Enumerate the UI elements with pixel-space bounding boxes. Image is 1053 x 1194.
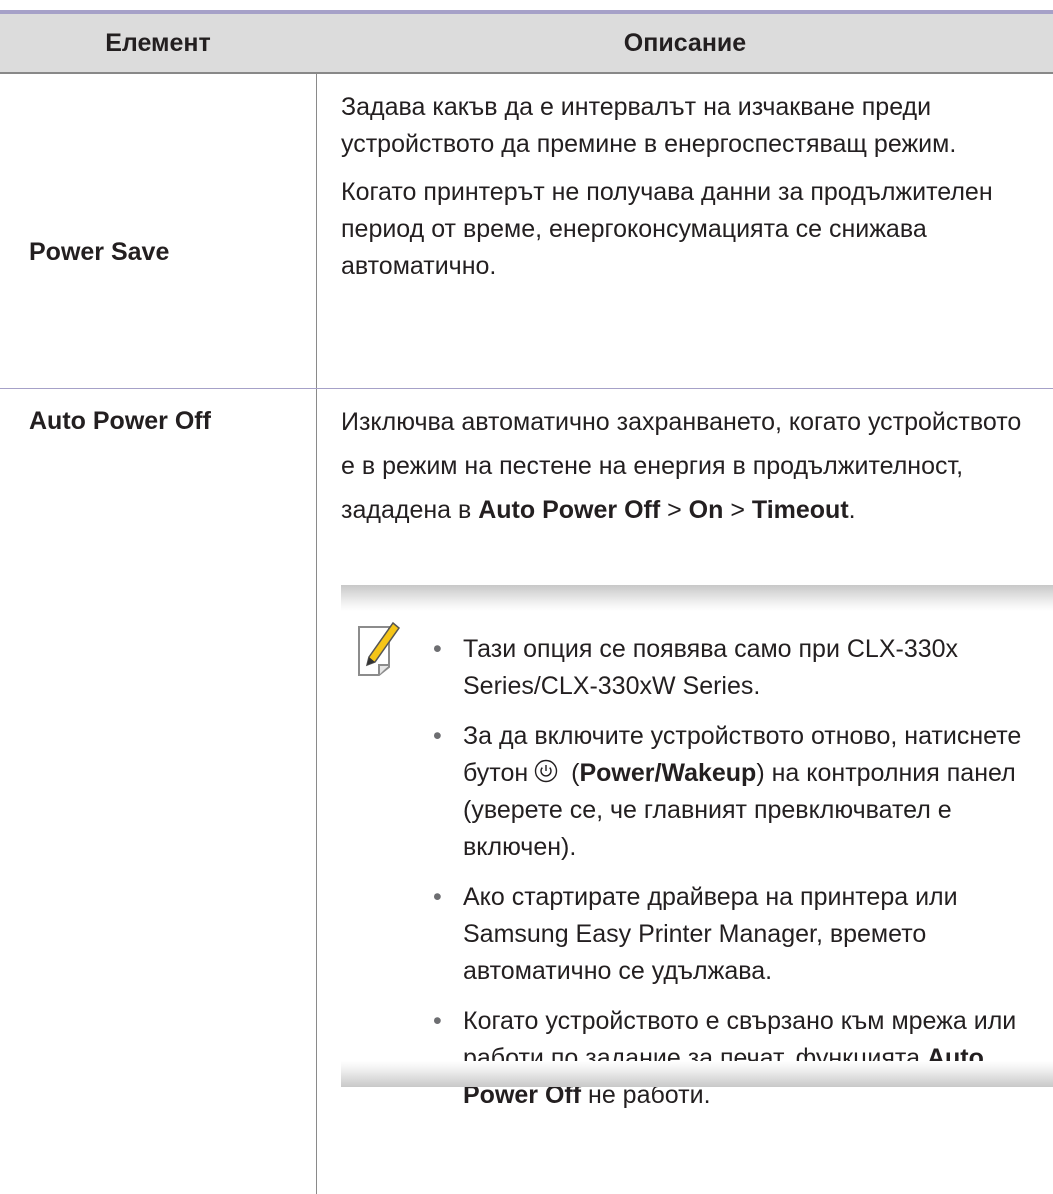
list-item: Когато устройството е свързано към мрежа… (433, 1003, 1043, 1114)
list-item: За да включите устройството отново, нати… (433, 718, 1043, 866)
header-description: Описание (623, 29, 747, 57)
header-divider (0, 72, 1053, 74)
list-item: Ако стартирате драйвера на принтера или … (433, 879, 1043, 990)
header-element: Елемент (105, 29, 211, 57)
menu-path-on: On (688, 496, 724, 524)
menu-path-timeout: Timeout (751, 496, 849, 524)
table-header: Елемент Описание (0, 14, 1053, 72)
description-paragraph: Когато принтерът не получава данни за пр… (341, 178, 993, 280)
column-divider (316, 74, 317, 1194)
power-wakeup-label: Power/Wakeup (579, 759, 757, 787)
power-button-icon (534, 759, 558, 783)
sentence-end: . (848, 496, 856, 524)
path-separator: > (723, 496, 752, 524)
row-description-power-save: Задава какъв да е интервалът на изчакван… (341, 89, 1041, 285)
note-bottom-shade (341, 1061, 1053, 1087)
row-description-auto-power-off: Изключва автоматично захранването, когат… (341, 400, 1041, 532)
note-item-text: Ако стартирате драйвера на принтера или … (463, 883, 958, 985)
path-separator: > (660, 496, 689, 524)
note-box: Тази опция се появява само при CLX-330x … (341, 585, 1053, 1109)
list-item: Тази опция се появява само при CLX-330x … (433, 631, 1043, 705)
row-element-power-save: Power Save (29, 238, 170, 266)
note-item-text: ( (564, 759, 580, 787)
description-paragraph: Задава какъв да е интервалът на изчакван… (341, 93, 957, 158)
row-element-auto-power-off: Auto Power Off (29, 407, 211, 435)
menu-path-auto-power-off: Auto Power Off (478, 496, 661, 524)
note-item-text: Тази опция се появява само при CLX-330x … (463, 635, 959, 700)
row-divider (0, 388, 1053, 389)
note-pencil-icon (358, 621, 401, 676)
note-list: Тази опция се появява само при CLX-330x … (433, 631, 1043, 1127)
note-top-shade (341, 585, 1053, 611)
